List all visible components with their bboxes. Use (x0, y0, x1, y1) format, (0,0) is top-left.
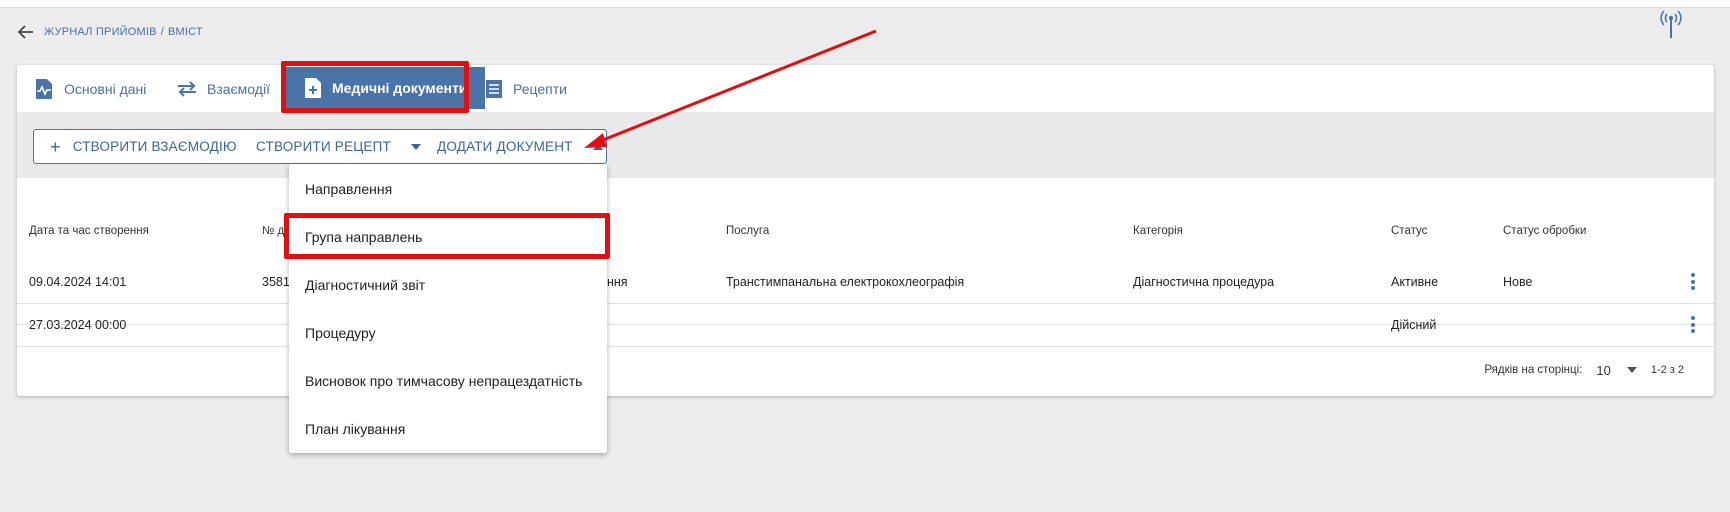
menu-item-procedure[interactable]: Процедуру (305, 325, 376, 341)
action-button-group: + СТВОРИТИ ВЗАЄМОДІЮ СТВОРИТИ РЕЦЕПТ ДОД… (33, 129, 607, 164)
col-processing-status[interactable]: Статус обробки (1503, 225, 1586, 237)
menu-item-referral[interactable]: Направлення (305, 181, 392, 197)
top-strip (0, 0, 1730, 8)
caret-down-icon (410, 143, 421, 150)
tab-interactions-label: Взаємодії (207, 80, 270, 97)
page-range: 1-2 з 2 (1650, 364, 1684, 376)
content-card: Основні дані Взаємодії Медичні документи… (17, 65, 1714, 396)
row-more-icon[interactable] (1691, 273, 1695, 293)
breadcrumb: ЖУРНАЛ ПРИЙОМІВ / ВМІСТ (18, 22, 203, 42)
menu-item-diagnostic-report[interactable]: Діагностичний звіт (305, 277, 425, 293)
back-arrow-icon[interactable] (18, 25, 34, 39)
caret-down-icon (1626, 367, 1637, 373)
col-status[interactable]: Статус (1391, 225, 1427, 237)
breadcrumb-current: ВМІСТ (167, 26, 203, 38)
col-service[interactable]: Послуга (726, 225, 769, 237)
chart-document-icon (34, 78, 54, 100)
tab-recipes[interactable]: Рецепти (485, 65, 567, 112)
pagination: Рядків на сторінці: 10 1-2 з 2 (1484, 360, 1684, 380)
menu-item-sick-leave[interactable]: Висновок про тимчасову непрацездатність (305, 373, 582, 389)
cell-number: 3581 (262, 275, 290, 289)
col-number[interactable]: № до (262, 225, 291, 237)
add-document-menu: Направлення Група направлень Діагностичн… (289, 164, 607, 453)
plus-icon: + (50, 136, 61, 157)
rows-per-page-label: Рядків на сторінці: (1484, 364, 1583, 376)
breadcrumb-separator: / (160, 26, 164, 38)
cell-status: Активне (1391, 275, 1439, 289)
cell-service: Транстимпанальна електрокохлеографія (726, 275, 965, 289)
tab-medical-documents-label: Медичні документи (332, 80, 468, 96)
tab-recipes-label: Рецепти (513, 80, 567, 97)
create-recipe-label: СТВОРИТИ РЕЦЕПТ (256, 139, 391, 154)
menu-item-treatment-plan[interactable]: План лікування (305, 421, 405, 437)
add-document-button[interactable]: ДОДАТИ ДОКУМЕНТ (437, 130, 603, 163)
tab-medical-documents[interactable]: Медичні документи (286, 67, 486, 109)
cell-date: 09.04.2024 14:01 (29, 275, 127, 289)
tab-bar: Основні дані Взаємодії Медичні документи… (17, 65, 1714, 112)
caret-up-icon (592, 143, 603, 150)
cell-date: 27.03.2024 00:00 (29, 318, 127, 332)
row-more-icon[interactable] (1691, 316, 1695, 336)
document-plus-icon (304, 77, 322, 99)
tab-main-data-label: Основні дані (64, 80, 147, 97)
breadcrumb-journal-link[interactable]: ЖУРНАЛ ПРИЙОМІВ (44, 26, 157, 38)
tab-interactions[interactable]: Взаємодії (177, 65, 270, 112)
table-row[interactable]: 27.03.2024 00:00 Дійсний (17, 304, 1714, 347)
tab-main-data[interactable]: Основні дані (34, 65, 146, 112)
add-document-label: ДОДАТИ ДОКУМЕНТ (437, 139, 573, 154)
col-category[interactable]: Категорія (1133, 225, 1183, 237)
create-interaction-button[interactable]: + СТВОРИТИ ВЗАЄМОДІЮ (50, 130, 237, 163)
table-row[interactable]: 09.04.2024 14:01 3581 ння Транстимпаналь… (17, 261, 1714, 304)
broadcast-icon[interactable] (1660, 9, 1682, 44)
menu-item-referral-group[interactable]: Група направлень (305, 229, 422, 245)
swap-arrows-icon (177, 80, 197, 97)
rows-per-page-value: 10 (1596, 362, 1611, 378)
create-interaction-label: СТВОРИТИ ВЗАЄМОДІЮ (72, 139, 237, 154)
cell-processing-status: Нове (1503, 275, 1533, 289)
cell-status: Дійсний (1391, 318, 1437, 332)
cell-category: Діагностична процедура (1133, 275, 1275, 289)
create-recipe-button[interactable]: СТВОРИТИ РЕЦЕПТ (256, 130, 421, 163)
col-created-at[interactable]: Дата та час створення (29, 225, 149, 237)
list-document-icon (485, 79, 503, 99)
rows-per-page-select[interactable]: 10 (1596, 362, 1637, 378)
cell-type: ння (607, 275, 628, 289)
